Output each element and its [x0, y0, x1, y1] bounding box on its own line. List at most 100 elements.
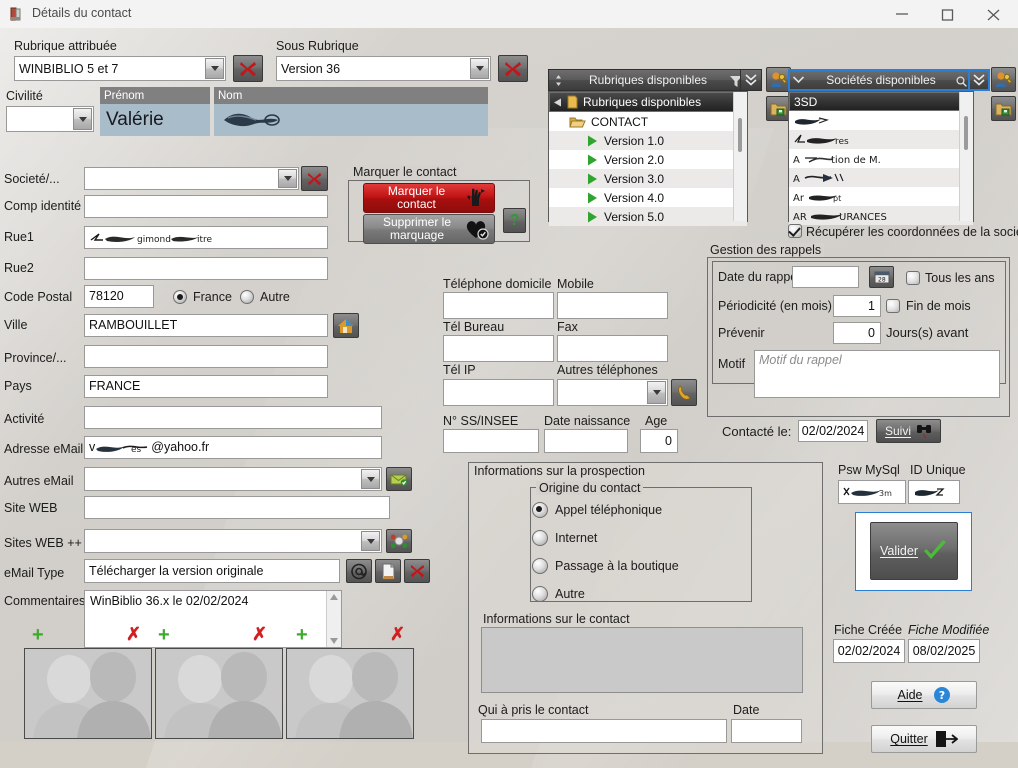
photo-slot-3[interactable]	[286, 648, 414, 739]
recuperer-coordonnees-checkbox[interactable]	[788, 224, 802, 238]
age-input[interactable]: 0	[640, 429, 678, 453]
activite-input[interactable]	[84, 406, 382, 429]
tree-item-row[interactable]: Version 4.0	[549, 188, 747, 207]
chevron-down-icon[interactable]	[361, 469, 380, 489]
dial-phone-button[interactable]	[671, 379, 697, 406]
open-sites-button[interactable]	[386, 529, 412, 553]
clear-societe-button[interactable]	[301, 166, 328, 191]
nom-value[interactable]	[214, 104, 488, 136]
prenom-value[interactable]: Valérie	[100, 104, 210, 136]
scroll-up-arrow-icon[interactable]	[330, 594, 338, 600]
comp-identite-input[interactable]	[84, 195, 328, 218]
date-naissance-input[interactable]	[544, 429, 628, 453]
fiche-creee-input[interactable]: 02/02/2024	[833, 639, 905, 663]
marquer-help-button[interactable]: ?	[503, 208, 526, 233]
code-postal-input[interactable]: 78120	[84, 285, 154, 308]
site-web-input[interactable]	[84, 496, 390, 519]
email-document-button[interactable]	[375, 559, 401, 583]
rue1-input[interactable]: gimond itre	[84, 226, 328, 249]
send-email-button[interactable]	[386, 467, 412, 491]
societe-list-item[interactable]: AR URANCES	[789, 206, 973, 225]
rubriques-tree-header[interactable]: Rubriques disponibles	[548, 69, 748, 91]
valider-button[interactable]: Valider	[870, 522, 958, 580]
close-button[interactable]	[972, 0, 1018, 28]
tel-ip-input[interactable]	[443, 379, 554, 406]
societe-combo[interactable]	[84, 167, 299, 190]
rubrique-attribuee-combo[interactable]: WINBIBLIO 5 et 7	[14, 56, 226, 81]
chevron-down-icon[interactable]	[278, 169, 297, 188]
photo-slot-2[interactable]	[155, 648, 283, 739]
sites-web-pp-combo[interactable]	[84, 529, 382, 553]
delete-photo-3-button[interactable]: ✗	[390, 625, 405, 643]
date-picker-button[interactable]: 28	[869, 266, 894, 288]
add-photo-3-button[interactable]: +	[296, 625, 308, 645]
qui-a-pris-contact-input[interactable]	[481, 719, 727, 743]
societe-list-item[interactable]: Ation de M.	[789, 149, 973, 168]
societes-save-folder-button[interactable]	[991, 96, 1016, 121]
maximize-button[interactable]	[926, 0, 972, 28]
fiche-modifiee-input[interactable]: 08/02/2025	[908, 639, 980, 663]
rue2-input[interactable]	[84, 257, 328, 280]
marquer-contact-button[interactable]: Marquer le contact	[363, 183, 495, 213]
tree-item-row[interactable]: Version 5.0	[549, 207, 747, 226]
societes-expand-button[interactable]	[968, 69, 990, 91]
adresse-email-input[interactable]: v es @yahoo.fr	[84, 436, 382, 459]
rubriques-expand-button[interactable]	[740, 69, 762, 91]
origine-radio-3[interactable]	[532, 586, 548, 602]
tree-item-row[interactable]: Version 3.0	[549, 169, 747, 188]
chevron-down-icon[interactable]	[361, 531, 380, 551]
tree-root-row[interactable]: Rubriques disponibles	[549, 92, 737, 112]
quitter-button[interactable]: Quitter	[871, 725, 977, 753]
tel-bureau-input[interactable]	[443, 335, 554, 362]
societe-list-item[interactable]	[789, 111, 973, 130]
prevenir-input[interactable]: 0	[833, 322, 881, 344]
societe-list-item[interactable]: 3SD	[789, 92, 961, 111]
supprimer-marquage-button[interactable]: Supprimer le marquage	[363, 214, 495, 244]
mobile-input[interactable]	[557, 292, 668, 319]
date-rappel-input[interactable]	[792, 266, 859, 288]
tree-item-row[interactable]: Version 1.0	[549, 131, 747, 150]
motif-textarea[interactable]: Motif du rappel	[754, 350, 1000, 398]
rubriques-scrollbar[interactable]	[733, 92, 747, 221]
societes-list[interactable]: 3SD res Ation de M. A Ar pt AR URANCES	[788, 91, 974, 225]
societe-list-item[interactable]: res	[789, 130, 973, 149]
periodicite-input[interactable]: 1	[833, 295, 881, 317]
ville-input[interactable]: RAMBOUILLET	[84, 314, 328, 337]
pays-input[interactable]: FRANCE	[84, 375, 328, 398]
delete-photo-1-button[interactable]: ✗	[126, 625, 141, 643]
province-input[interactable]	[84, 345, 328, 368]
autres-telephones-combo[interactable]	[557, 379, 668, 406]
photo-slot-1[interactable]	[24, 648, 152, 739]
prospection-date-input[interactable]	[731, 719, 802, 743]
origine-radio-0[interactable]	[532, 502, 548, 518]
aide-button[interactable]: Aide ?	[871, 681, 977, 709]
chevron-down-icon[interactable]	[73, 108, 92, 130]
radio-france[interactable]	[173, 290, 187, 304]
societes-user-key-button[interactable]	[991, 67, 1016, 92]
chevron-down-icon[interactable]	[470, 58, 489, 79]
infos-contact-textarea[interactable]	[481, 627, 803, 693]
origine-radio-1[interactable]	[532, 530, 548, 546]
scroll-down-arrow-icon[interactable]	[330, 638, 338, 644]
ss-insee-input[interactable]	[443, 429, 539, 453]
clear-sous-rubrique-button[interactable]	[498, 55, 528, 82]
fax-input[interactable]	[557, 335, 668, 362]
commentaires-scrollbar[interactable]	[326, 591, 341, 647]
tel-domicile-input[interactable]	[443, 292, 554, 319]
email-delete-button[interactable]	[404, 559, 430, 583]
societe-list-item[interactable]: A	[789, 168, 973, 187]
sous-rubrique-combo[interactable]: Version 36	[276, 56, 491, 81]
suivi-button[interactable]: Suivi	[876, 419, 941, 443]
societes-scrollbar[interactable]	[959, 92, 973, 221]
tree-parent-row[interactable]: CONTACT	[549, 112, 747, 131]
autres-email-combo[interactable]	[84, 467, 382, 491]
city-lookup-button[interactable]	[333, 313, 359, 338]
delete-photo-2-button[interactable]: ✗	[252, 625, 267, 643]
psw-mysql-input[interactable]: 3m	[838, 480, 906, 504]
minimize-button[interactable]	[880, 0, 926, 28]
chevron-down-icon[interactable]	[647, 381, 666, 404]
civilite-combo[interactable]	[6, 106, 94, 132]
clear-rubrique-button[interactable]	[233, 55, 263, 82]
email-type-input[interactable]: Télécharger la version originale	[84, 559, 340, 583]
email-at-button[interactable]	[346, 559, 372, 583]
